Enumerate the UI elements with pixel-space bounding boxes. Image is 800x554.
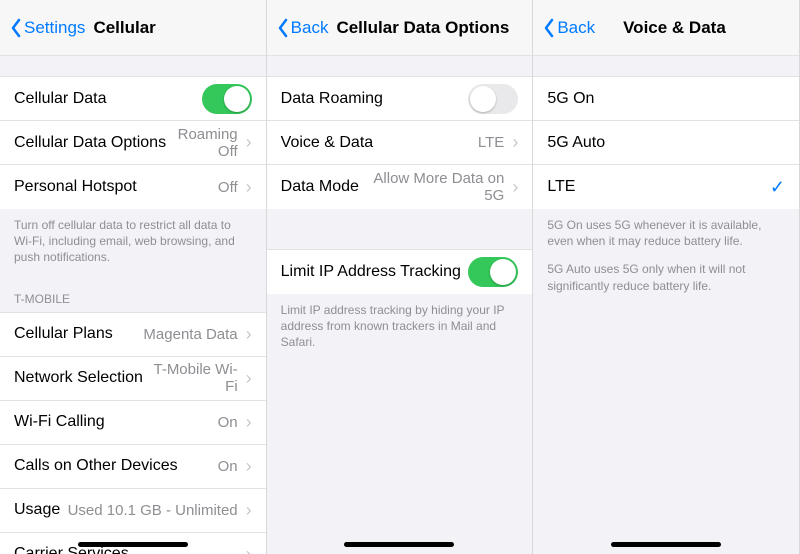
row-label: Network Selection bbox=[14, 369, 143, 387]
row-label: Limit IP Address Tracking bbox=[281, 263, 461, 281]
page-title: Cellular Data Options bbox=[336, 18, 509, 38]
row-value: On bbox=[218, 458, 238, 475]
back-button[interactable]: Back bbox=[277, 18, 329, 38]
row-network-selection[interactable]: Network Selection T-Mobile Wi-Fi › bbox=[0, 357, 266, 401]
back-label: Back bbox=[557, 18, 595, 38]
row-value: Roaming Off bbox=[166, 126, 238, 160]
back-label: Settings bbox=[24, 18, 85, 38]
chevron-right-icon: › bbox=[246, 500, 252, 521]
navbar: Back Cellular Data Options bbox=[267, 0, 533, 56]
group-main: Cellular Data Cellular Data Options Roam… bbox=[0, 76, 266, 209]
chevron-right-icon: › bbox=[246, 132, 252, 153]
screen-cellular-data-options: Back Cellular Data Options Data Roaming … bbox=[267, 0, 534, 554]
chevron-right-icon: › bbox=[512, 132, 518, 153]
row-label: Wi-Fi Calling bbox=[14, 413, 105, 431]
chevron-right-icon: › bbox=[246, 544, 252, 554]
row-label: Usage bbox=[14, 501, 60, 519]
row-cellular-data[interactable]: Cellular Data bbox=[0, 77, 266, 121]
page-title: Voice & Data bbox=[623, 18, 726, 38]
row-value: Used 10.1 GB - Unlimited bbox=[68, 502, 238, 519]
row-label: Cellular Data bbox=[14, 90, 106, 108]
chevron-right-icon: › bbox=[512, 177, 518, 198]
home-indicator[interactable] bbox=[611, 542, 721, 547]
screen-voice-and-data: Back Voice & Data 5G On 5G Auto LTE ✓ 5G… bbox=[533, 0, 800, 554]
page-title: Cellular bbox=[93, 18, 155, 38]
row-calls-other-devices[interactable]: Calls on Other Devices On › bbox=[0, 445, 266, 489]
chevron-right-icon: › bbox=[246, 412, 252, 433]
row-label: Cellular Plans bbox=[14, 325, 113, 343]
row-limit-ip-tracking[interactable]: Limit IP Address Tracking bbox=[267, 250, 533, 294]
group-carrier: Cellular Plans Magenta Data › Network Se… bbox=[0, 312, 266, 554]
group-privacy: Limit IP Address Tracking bbox=[267, 249, 533, 294]
footer-text: 5G On uses 5G whenever it is available, … bbox=[533, 209, 799, 261]
row-value: On bbox=[218, 414, 238, 431]
row-wifi-calling[interactable]: Wi-Fi Calling On › bbox=[0, 401, 266, 445]
row-cellular-data-options[interactable]: Cellular Data Options Roaming Off › bbox=[0, 121, 266, 165]
content: 5G On 5G Auto LTE ✓ 5G On uses 5G whenev… bbox=[533, 56, 799, 554]
toggle-limit-ip[interactable] bbox=[468, 257, 518, 287]
chevron-left-icon bbox=[543, 18, 555, 38]
group-options: Data Roaming Voice & Data LTE › Data Mod… bbox=[267, 76, 533, 209]
content: Cellular Data Cellular Data Options Roam… bbox=[0, 56, 266, 554]
row-label: Personal Hotspot bbox=[14, 178, 137, 196]
row-data-mode[interactable]: Data Mode Allow More Data on 5G › bbox=[267, 165, 533, 209]
row-voice-and-data[interactable]: Voice & Data LTE › bbox=[267, 121, 533, 165]
row-label: Calls on Other Devices bbox=[14, 457, 178, 475]
row-label: 5G On bbox=[547, 90, 594, 108]
home-indicator[interactable] bbox=[344, 542, 454, 547]
chevron-right-icon: › bbox=[246, 177, 252, 198]
row-personal-hotspot[interactable]: Personal Hotspot Off › bbox=[0, 165, 266, 209]
row-label: Data Roaming bbox=[281, 90, 383, 108]
row-value: T-Mobile Wi-Fi bbox=[143, 361, 238, 395]
row-usage[interactable]: Usage Used 10.1 GB - Unlimited › bbox=[0, 489, 266, 533]
toggle-cellular-data[interactable] bbox=[202, 84, 252, 114]
chevron-right-icon: › bbox=[246, 456, 252, 477]
row-label: 5G Auto bbox=[547, 134, 605, 152]
navbar: Back Voice & Data bbox=[533, 0, 799, 56]
back-label: Back bbox=[291, 18, 329, 38]
row-5g-on[interactable]: 5G On bbox=[533, 77, 799, 121]
group-voice-data-options: 5G On 5G Auto LTE ✓ bbox=[533, 76, 799, 209]
chevron-right-icon: › bbox=[246, 324, 252, 345]
chevron-right-icon: › bbox=[246, 368, 252, 389]
row-label: Voice & Data bbox=[281, 134, 374, 152]
footer-text: 5G Auto uses 5G only when it will not si… bbox=[533, 261, 799, 305]
row-value: Magenta Data bbox=[143, 326, 237, 343]
row-data-roaming[interactable]: Data Roaming bbox=[267, 77, 533, 121]
section-header: T-Mobile bbox=[0, 278, 266, 312]
navbar: Settings Cellular bbox=[0, 0, 266, 56]
row-label: Cellular Data Options bbox=[14, 134, 166, 152]
checkmark-icon: ✓ bbox=[770, 177, 785, 198]
back-button[interactable]: Settings bbox=[10, 18, 85, 38]
row-label: Data Mode bbox=[281, 178, 359, 196]
row-cellular-plans[interactable]: Cellular Plans Magenta Data › bbox=[0, 313, 266, 357]
row-value: Allow More Data on 5G bbox=[359, 170, 504, 204]
row-lte[interactable]: LTE ✓ bbox=[533, 165, 799, 209]
back-button[interactable]: Back bbox=[543, 18, 595, 38]
row-5g-auto[interactable]: 5G Auto bbox=[533, 121, 799, 165]
chevron-left-icon bbox=[277, 18, 289, 38]
row-label: LTE bbox=[547, 178, 575, 196]
content: Data Roaming Voice & Data LTE › Data Mod… bbox=[267, 56, 533, 554]
toggle-data-roaming[interactable] bbox=[468, 84, 518, 114]
footer-text: Limit IP address tracking by hiding your… bbox=[267, 294, 533, 363]
home-indicator[interactable] bbox=[78, 542, 188, 547]
screen-cellular: Settings Cellular Cellular Data Cellular… bbox=[0, 0, 267, 554]
footer-text: Turn off cellular data to restrict all d… bbox=[0, 209, 266, 278]
chevron-left-icon bbox=[10, 18, 22, 38]
row-value: LTE bbox=[478, 134, 504, 151]
row-value: Off bbox=[218, 179, 238, 196]
